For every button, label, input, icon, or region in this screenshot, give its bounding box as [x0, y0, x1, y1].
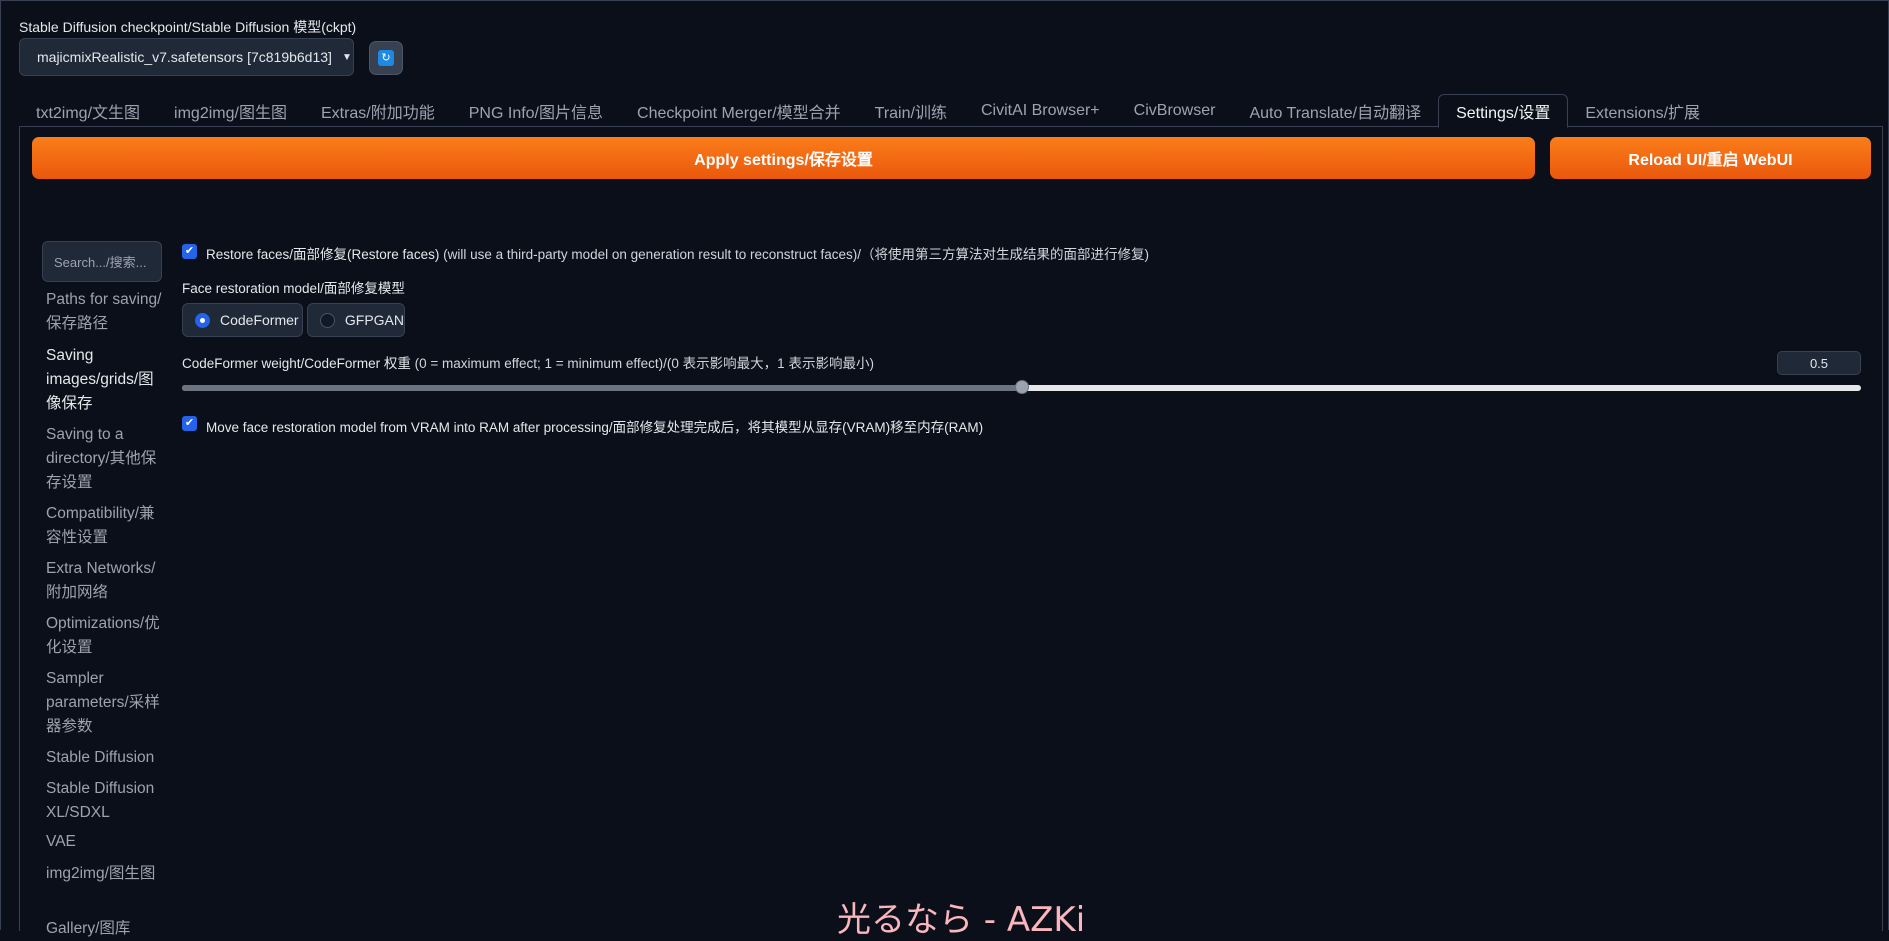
radio-gfpgan-label: GFPGAN — [344, 312, 404, 328]
radio-gfpgan[interactable]: GFPGAN — [307, 303, 405, 337]
restore-faces-label: Restore faces/面部修复(Restore faces) — [206, 247, 440, 262]
radio-selected-icon — [195, 312, 210, 328]
face-model-label: Face restoration model/面部修复模型 — [182, 281, 405, 296]
tab-3[interactable]: PNG Info/图片信息 — [452, 94, 620, 128]
slider-fill — [182, 385, 1022, 391]
sidebar-item-saving-directory[interactable]: Saving to a directory/其他保存设置 — [46, 423, 164, 495]
move-to-ram-label: Move face restoration model from VRAM in… — [206, 420, 984, 435]
slider-thumb[interactable] — [1014, 380, 1029, 394]
checkpoint-label: Stable Diffusion checkpoint/Stable Diffu… — [19, 19, 357, 35]
move-to-ram-checkbox[interactable]: ✔ — [182, 416, 197, 431]
codeformer-weight-label: CodeFormer weight/CodeFormer 权重 — [182, 356, 411, 371]
settings-search-input[interactable]: Search.../搜索... — [42, 241, 162, 282]
codeformer-weight-row: CodeFormer weight/CodeFormer 权重 (0 = max… — [182, 352, 874, 372]
tab-0[interactable]: txt2img/文生图 — [19, 94, 157, 128]
tab-7[interactable]: CivBrowser — [1117, 94, 1233, 128]
main-tabs: txt2img/文生图 img2img/图生图 Extras/附加功能 PNG Inf… — [19, 94, 1717, 128]
radio-codeformer-label: CodeFormer — [220, 312, 299, 328]
tab-2[interactable]: Extras/附加功能 — [304, 94, 452, 128]
sidebar-item-compatibility[interactable]: Compatibility/兼容性设置 — [46, 502, 164, 550]
checkpoint-value: majicmixRealistic_v7.safetensors [7c819b… — [37, 49, 332, 65]
tab-6[interactable]: CivitAI Browser+ — [964, 94, 1117, 128]
checkmark-icon: ✔ — [184, 245, 195, 257]
tabs-divider — [19, 126, 1883, 127]
sidebar-item-extra-networks[interactable]: Extra Networks/附加网络 — [46, 557, 164, 605]
restore-faces-hint: (will use a third-party model on generat… — [443, 247, 1150, 262]
codeformer-weight-number-input[interactable]: 0.5 — [1777, 351, 1861, 375]
restore-faces-checkbox[interactable]: ✔ — [182, 244, 197, 259]
checkmark-icon: ✔ — [184, 417, 195, 429]
tab-5[interactable]: Train/训练 — [858, 94, 964, 128]
refresh-icon: ↻ — [378, 50, 394, 66]
video-overlay-caption: 光るなら - AZKi — [837, 900, 1086, 940]
radio-codeformer[interactable]: CodeFormer — [182, 303, 303, 337]
tab-1[interactable]: img2img/图生图 — [157, 94, 304, 128]
apply-settings-button[interactable]: Apply settings/保存设置 — [32, 137, 1535, 179]
checkpoint-dropdown[interactable]: majicmixRealistic_v7.safetensors [7c819b… — [19, 38, 354, 76]
sidebar-item-sdxl[interactable]: Stable Diffusion XL/SDXL — [46, 777, 164, 825]
sidebar-item-paths[interactable]: Paths for saving/保存路径 — [46, 288, 164, 336]
tab-10[interactable]: Extensions/扩展 — [1568, 94, 1717, 128]
tab-9[interactable]: Settings/设置 — [1438, 94, 1569, 128]
sidebar-item-optimizations[interactable]: Optimizations/优化设置 — [46, 612, 164, 660]
reload-ui-button[interactable]: Reload UI/重启 WebUI — [1550, 137, 1871, 179]
restore-faces-row: Restore faces/面部修复(Restore faces) (will … — [206, 243, 1149, 263]
sidebar-item-saving-images[interactable]: Saving images/grids/图像保存 — [46, 344, 164, 416]
panel-border — [19, 126, 20, 931]
codeformer-weight-slider[interactable] — [182, 380, 1861, 394]
sidebar-item-img2img[interactable]: img2img/图生图 — [46, 862, 164, 886]
refresh-checkpoint-button[interactable]: ↻ — [369, 41, 403, 75]
tab-4[interactable]: Checkpoint Merger/模型合并 — [620, 94, 858, 128]
sidebar-item-vae[interactable]: VAE — [46, 830, 164, 854]
sidebar-item-stable-diffusion[interactable]: Stable Diffusion — [46, 746, 164, 770]
codeformer-weight-hint: (0 = maximum effect; 1 = minimum effect)… — [414, 356, 874, 371]
panel-border — [1882, 126, 1883, 931]
sidebar-item-gallery[interactable]: Gallery/图库 — [46, 917, 164, 941]
chevron-down-icon: ▼ — [341, 51, 352, 63]
tab-8[interactable]: Auto Translate/自动翻译 — [1232, 94, 1438, 128]
radio-unselected-icon — [320, 312, 335, 328]
sidebar-item-sampler-parameters[interactable]: Sampler parameters/采样器参数 — [46, 667, 164, 739]
